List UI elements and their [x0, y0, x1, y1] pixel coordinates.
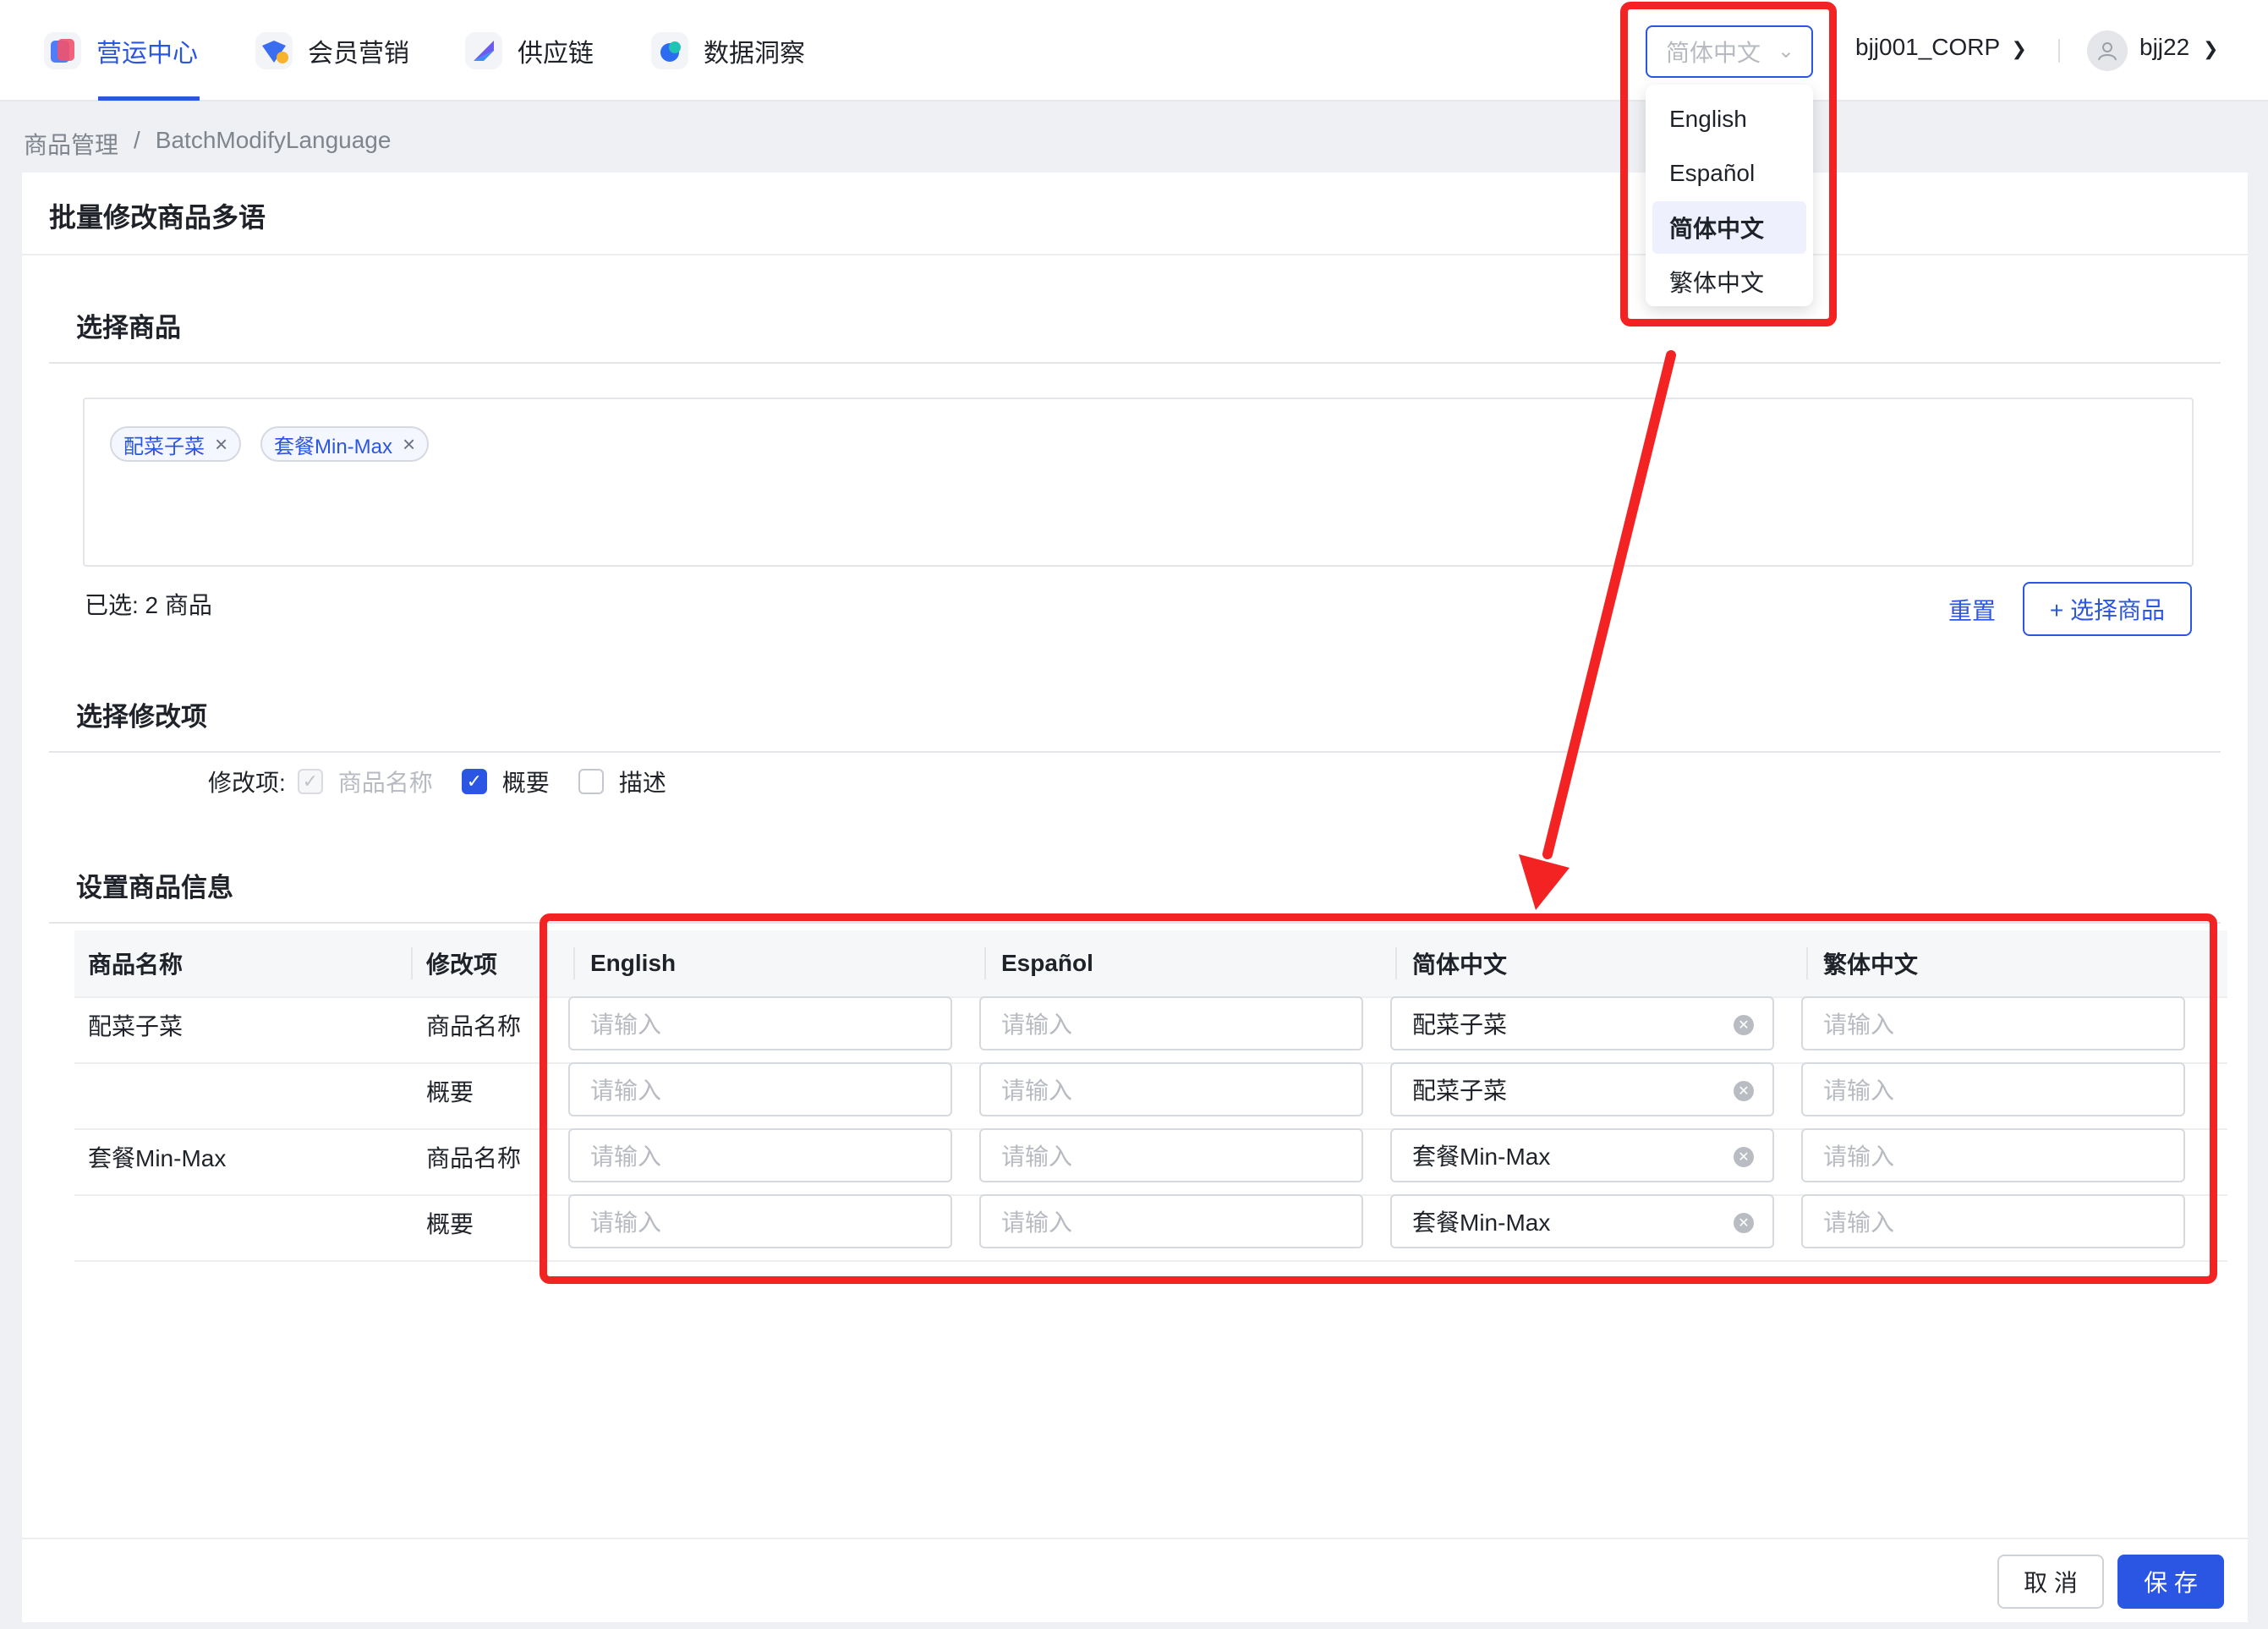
annotation-arrow [1519, 350, 1676, 910]
